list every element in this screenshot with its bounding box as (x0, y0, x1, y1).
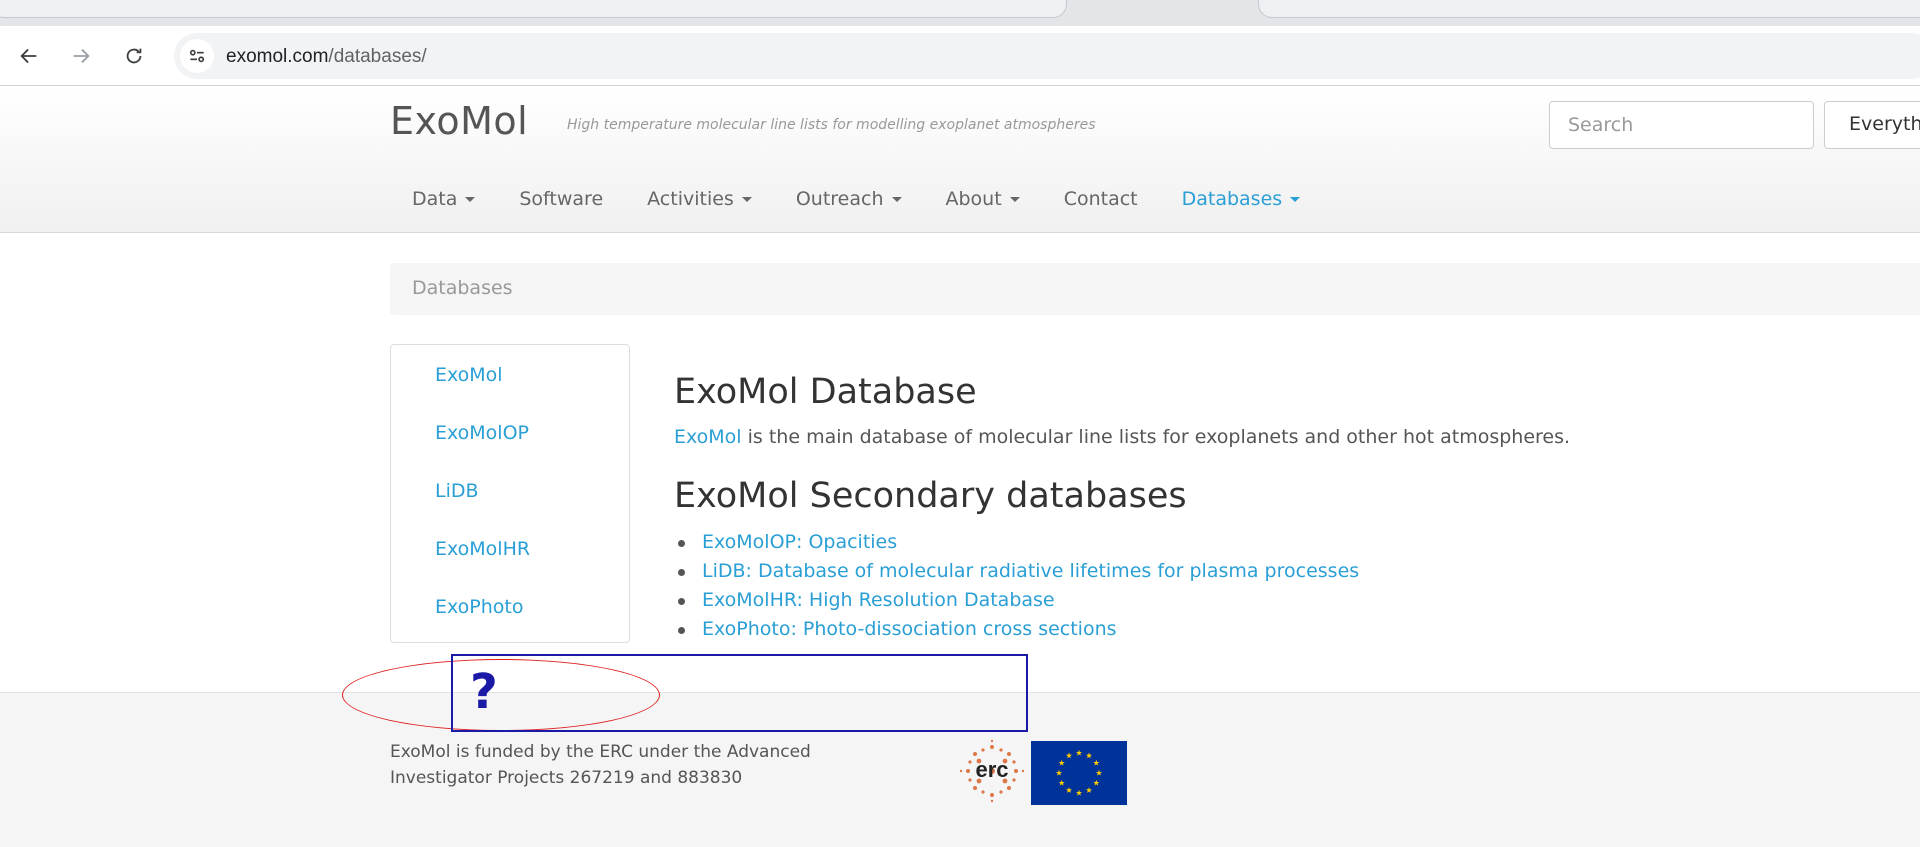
site-tagline: High temperature molecular line lists fo… (567, 117, 1096, 133)
forward-button[interactable] (63, 38, 99, 74)
menu-item-label: Data (412, 188, 458, 210)
breadcrumb: Databases (390, 263, 1920, 315)
tune-icon (189, 49, 205, 63)
annotation-question-mark: ? (470, 664, 498, 720)
secondary-heading: ExoMol Secondary databases (674, 476, 1187, 516)
site-header: ExoMol High temperature molecular line l… (0, 87, 1920, 233)
sidebar-link-exophoto[interactable]: ExoPhoto (391, 594, 629, 652)
back-button[interactable] (11, 38, 47, 74)
secondary-link-exophoto[interactable]: ExoPhoto: Photo-dissociation cross secti… (674, 615, 1874, 644)
erc-logo-text: erc (975, 757, 1008, 782)
search-scope-select[interactable]: Everyth (1824, 101, 1920, 149)
sidebar-link-exomolhr[interactable]: ExoMolHR (391, 536, 629, 594)
url-host: exomol.com (226, 46, 329, 67)
menu-item-label: About (945, 188, 1002, 210)
menu-item-activities[interactable]: Activities (625, 188, 774, 210)
menu-item-label: Contact (1063, 188, 1138, 210)
secondary-database-list: ExoMolOP: Opacities LiDB: Database of mo… (674, 528, 1874, 644)
eu-flag-logo[interactable] (1031, 741, 1127, 805)
url-text[interactable]: exomol.com/databases/ (226, 46, 427, 68)
sidebar-panel: ExoMol ExoMolOP LiDB ExoMolHR ExoPhoto (390, 344, 630, 643)
menu-item-outreach[interactable]: Outreach (774, 188, 924, 210)
erc-logo[interactable]: erc (957, 739, 1027, 803)
site-brand[interactable]: ExoMol (390, 99, 528, 143)
caret-down-icon (465, 196, 476, 202)
site-info-button[interactable] (180, 39, 214, 73)
menu-item-data[interactable]: Data (390, 188, 497, 210)
main-content: ExoMol Database ExoMol is the main datab… (674, 370, 1874, 644)
intro-paragraph: ExoMol is the main database of molecular… (674, 424, 1874, 450)
caret-down-icon (741, 196, 752, 202)
secondary-link-lidb[interactable]: LiDB: Database of molecular radiative li… (674, 557, 1874, 586)
menu-item-label: Software (519, 188, 604, 210)
browser-toolbar: exomol.com/databases/ (0, 26, 1920, 86)
menu-item-label: Outreach (795, 188, 884, 210)
main-menu: Data Software Activities Outreach About … (390, 181, 1322, 217)
menu-item-about[interactable]: About (924, 188, 1042, 210)
browser-tab[interactable] (0, 0, 1067, 18)
arrow-left-icon (20, 48, 37, 64)
intro-text: is the main database of molecular line l… (741, 426, 1571, 448)
annotation-box (451, 654, 1028, 732)
page-title: ExoMol Database (674, 372, 977, 412)
caret-down-icon (891, 196, 902, 202)
caret-down-icon (1009, 196, 1020, 202)
exomol-link[interactable]: ExoMol (674, 426, 742, 448)
menu-item-contact[interactable]: Contact (1042, 188, 1160, 210)
secondary-link-exomolop[interactable]: ExoMolOP: Opacities (674, 528, 1874, 557)
menu-item-software[interactable]: Software (497, 188, 625, 210)
address-bar[interactable]: exomol.com/databases/ (174, 33, 1920, 79)
caret-down-icon (1290, 196, 1301, 202)
sidebar-link-exomol[interactable]: ExoMol (391, 362, 629, 420)
search-input[interactable] (1549, 101, 1814, 149)
menu-item-label: Databases (1181, 188, 1283, 210)
reload-icon (126, 48, 142, 64)
browser-tab[interactable] (1258, 0, 1920, 18)
arrow-right-icon (73, 48, 90, 64)
menu-item-databases[interactable]: Databases (1160, 188, 1323, 210)
menu-item-label: Activities (647, 188, 734, 210)
url-path: /databases/ (328, 46, 427, 67)
reload-button[interactable] (116, 38, 152, 74)
funding-text: ExoMol is funded by the ERC under the Ad… (390, 742, 811, 788)
browser-tab-strip (0, 0, 1920, 26)
sidebar-link-lidb[interactable]: LiDB (391, 478, 629, 536)
secondary-link-exomolhr[interactable]: ExoMolHR: High Resolution Database (674, 586, 1874, 615)
sidebar-link-exomolop[interactable]: ExoMolOP (391, 420, 629, 478)
